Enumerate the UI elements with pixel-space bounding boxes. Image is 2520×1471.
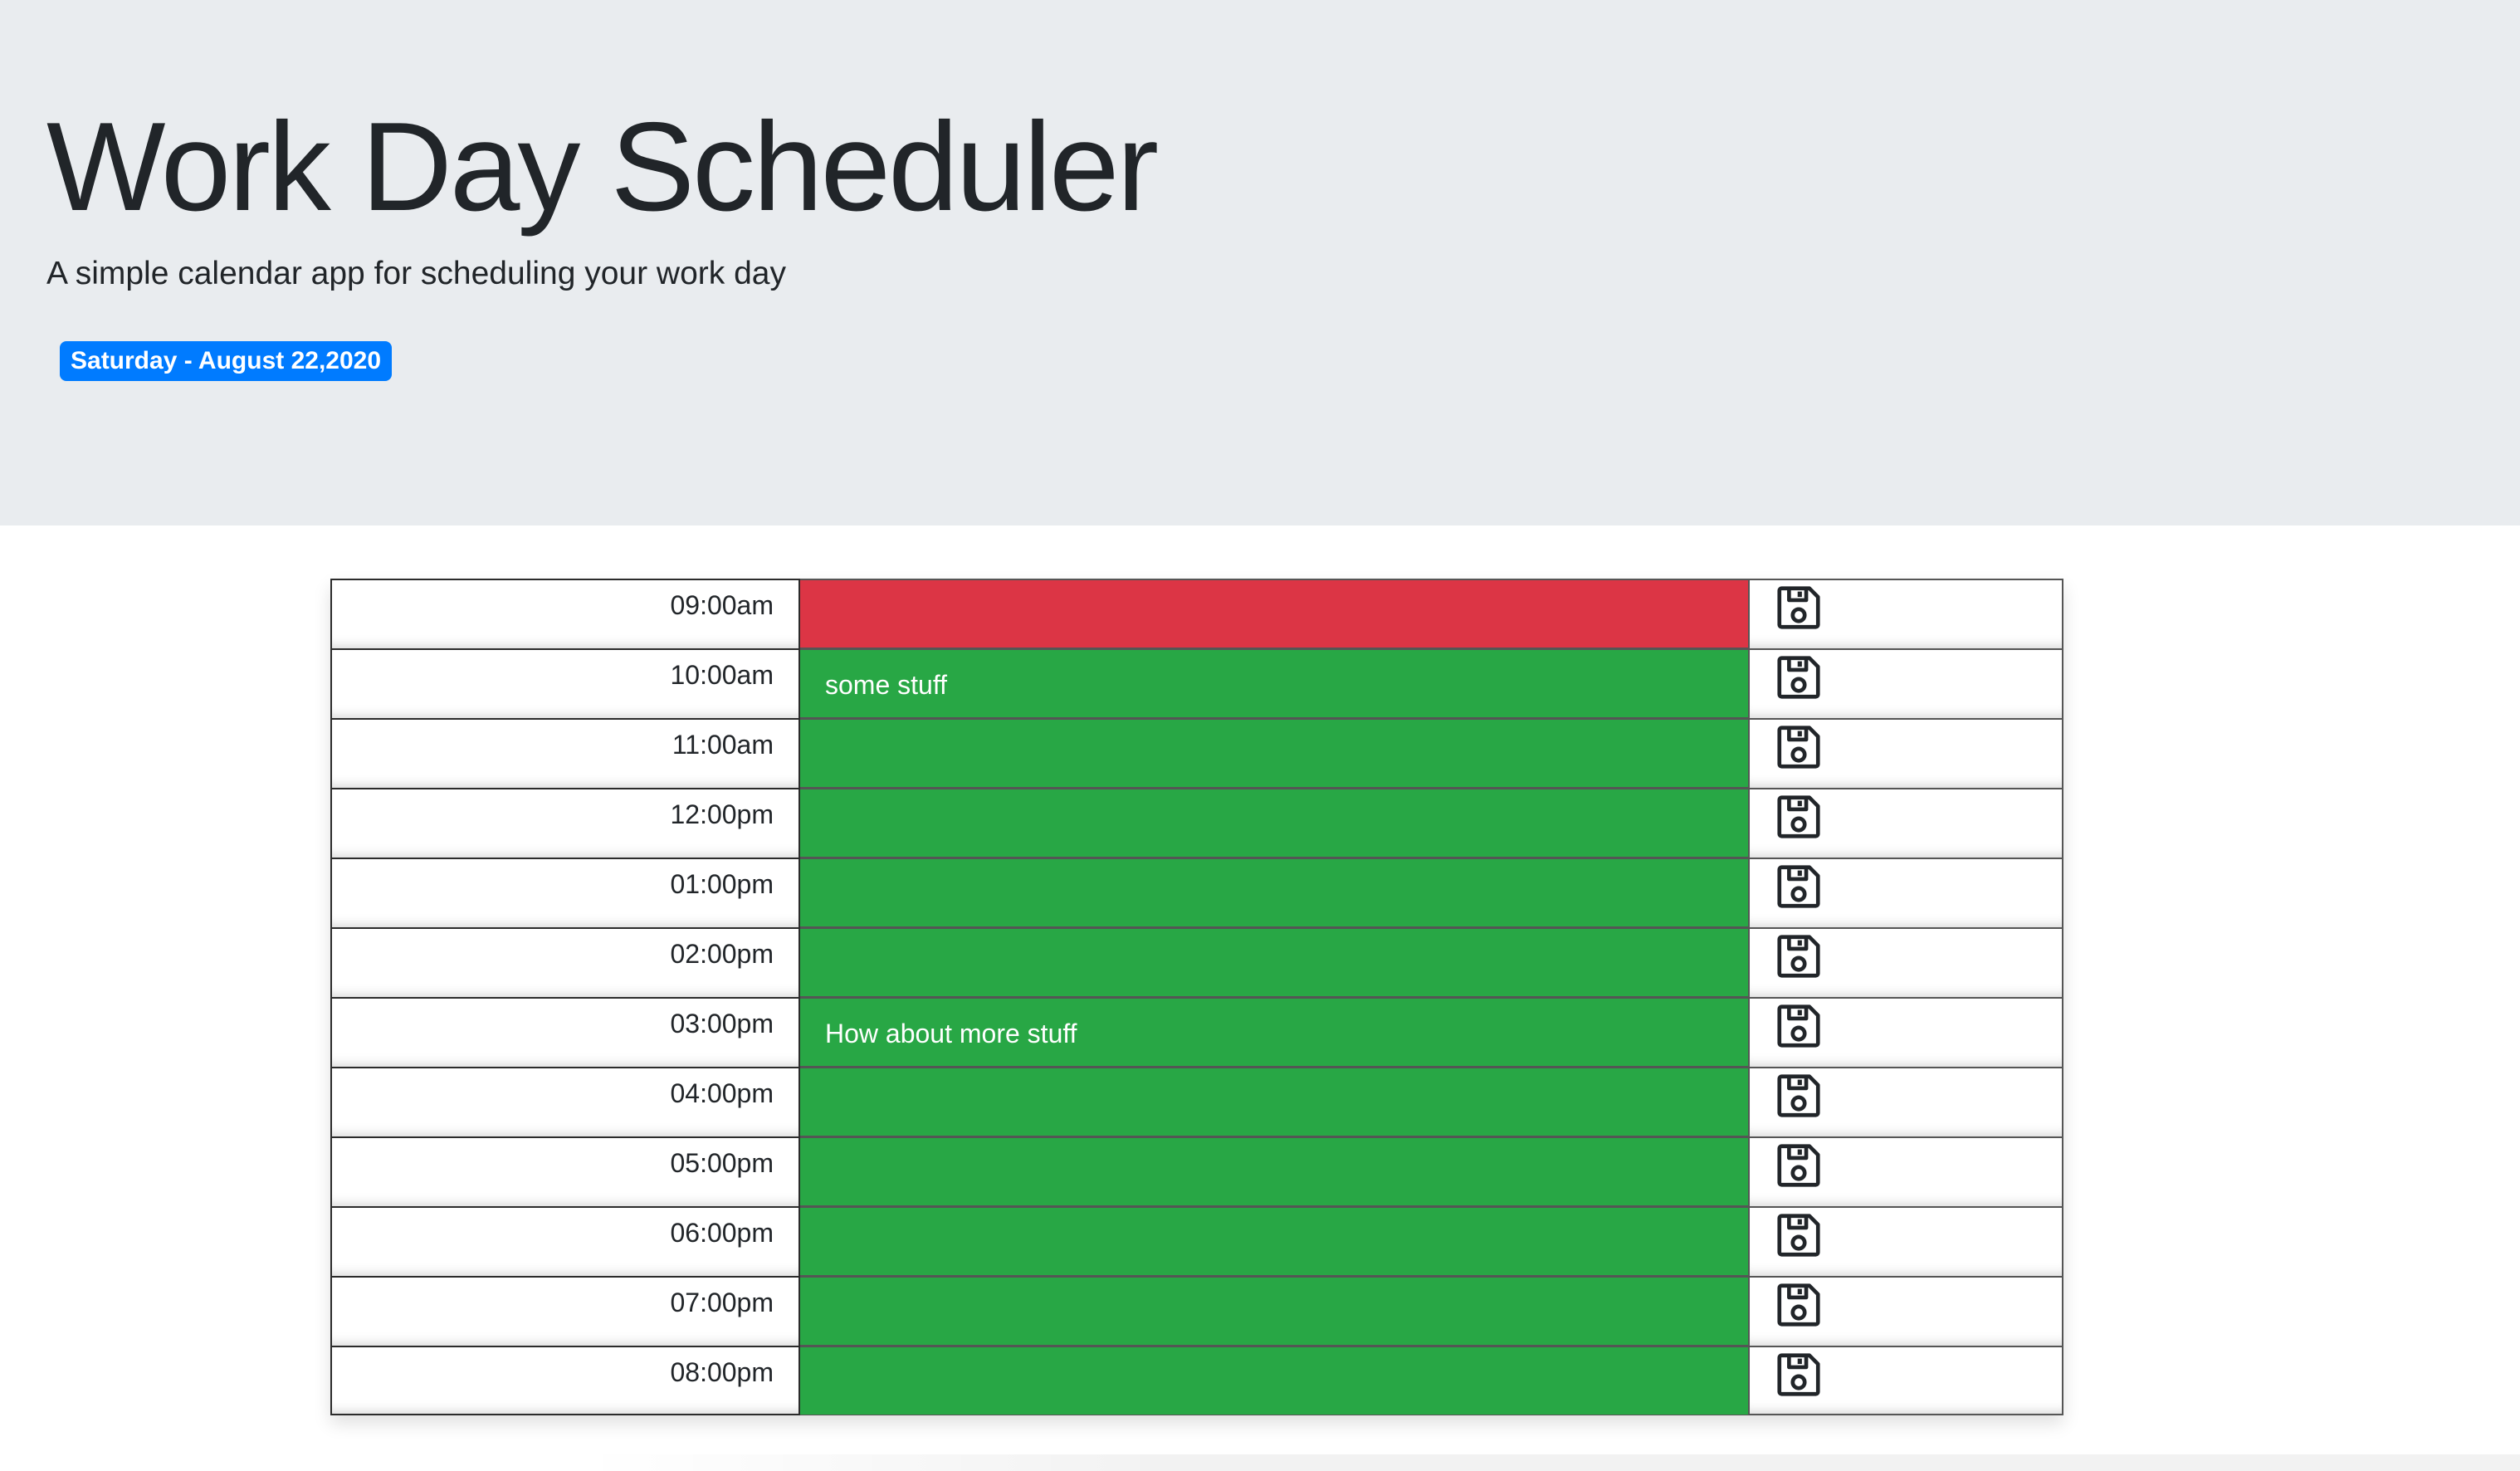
page-subtitle: A simple calendar app for scheduling you… <box>46 256 786 291</box>
save-button[interactable] <box>1748 648 2063 718</box>
save-button[interactable] <box>1748 788 2063 858</box>
hour-label: 07:00pm <box>330 1276 800 1346</box>
time-block-row: 07:00pm <box>330 1276 2063 1346</box>
floppy-disk-icon <box>1777 1074 1820 1117</box>
floppy-disk-icon <box>1777 726 1820 769</box>
time-block-row: 10:00am some stuff <box>330 648 2063 718</box>
event-description-input[interactable] <box>800 858 1748 927</box>
save-button[interactable] <box>1748 997 2063 1067</box>
event-description-input[interactable] <box>800 1206 1748 1276</box>
time-block-row: 05:00pm <box>330 1136 2063 1206</box>
event-description-input[interactable] <box>800 579 1748 648</box>
save-button[interactable] <box>1748 579 2063 648</box>
floppy-disk-icon <box>1777 586 1820 629</box>
time-block-row: 11:00am <box>330 718 2063 788</box>
time-block-row: 09:00am <box>330 579 2063 648</box>
time-block-row: 02:00pm <box>330 927 2063 997</box>
event-description-input[interactable] <box>800 1346 1748 1415</box>
hour-label: 06:00pm <box>330 1206 800 1276</box>
save-button[interactable] <box>1748 858 2063 927</box>
event-description-input[interactable] <box>800 927 1748 997</box>
hour-label: 09:00am <box>330 579 800 648</box>
event-description-input[interactable]: How about more stuff <box>800 997 1748 1067</box>
save-button[interactable] <box>1748 927 2063 997</box>
page-bottom-shadow <box>581 1454 2520 1471</box>
save-button[interactable] <box>1748 1136 2063 1206</box>
hour-label: 03:00pm <box>330 997 800 1067</box>
current-date-badge: Saturday - August 22,2020 <box>60 341 393 381</box>
time-block-row: 06:00pm <box>330 1206 2063 1276</box>
hour-label: 11:00am <box>330 718 800 788</box>
hour-label: 04:00pm <box>330 1067 800 1136</box>
floppy-disk-icon <box>1777 865 1820 908</box>
page-title: Work Day Scheduler <box>46 96 1159 237</box>
event-description-input[interactable] <box>800 718 1748 788</box>
scheduler-container: 09:00am 10:00am some stuff 11:00am 12:00… <box>330 579 2063 1415</box>
time-block-row: 08:00pm <box>330 1346 2063 1415</box>
hour-label: 12:00pm <box>330 788 800 858</box>
save-button[interactable] <box>1748 1067 2063 1136</box>
event-description-input[interactable] <box>800 1136 1748 1206</box>
event-description-input[interactable] <box>800 1067 1748 1136</box>
save-button[interactable] <box>1748 718 2063 788</box>
hour-label: 08:00pm <box>330 1346 800 1415</box>
floppy-disk-icon <box>1777 1214 1820 1257</box>
save-button[interactable] <box>1748 1206 2063 1276</box>
hour-label: 05:00pm <box>330 1136 800 1206</box>
hour-label: 01:00pm <box>330 858 800 927</box>
time-block-row: 12:00pm <box>330 788 2063 858</box>
floppy-disk-icon <box>1777 1144 1820 1187</box>
floppy-disk-icon <box>1777 1353 1820 1396</box>
floppy-disk-icon <box>1777 1283 1820 1327</box>
header-jumbotron: Work Day Scheduler A simple calendar app… <box>0 0 2520 525</box>
event-description-input[interactable] <box>800 1276 1748 1346</box>
event-description-input[interactable] <box>800 788 1748 858</box>
time-block-row: 04:00pm <box>330 1067 2063 1136</box>
save-button[interactable] <box>1748 1346 2063 1415</box>
floppy-disk-icon <box>1777 935 1820 978</box>
hour-label: 02:00pm <box>330 927 800 997</box>
event-description-input[interactable]: some stuff <box>800 648 1748 718</box>
time-block-row: 03:00pm How about more stuff <box>330 997 2063 1067</box>
time-block-row: 01:00pm <box>330 858 2063 927</box>
floppy-disk-icon <box>1777 1004 1820 1048</box>
floppy-disk-icon <box>1777 795 1820 838</box>
floppy-disk-icon <box>1777 656 1820 699</box>
hour-label: 10:00am <box>330 648 800 718</box>
save-button[interactable] <box>1748 1276 2063 1346</box>
